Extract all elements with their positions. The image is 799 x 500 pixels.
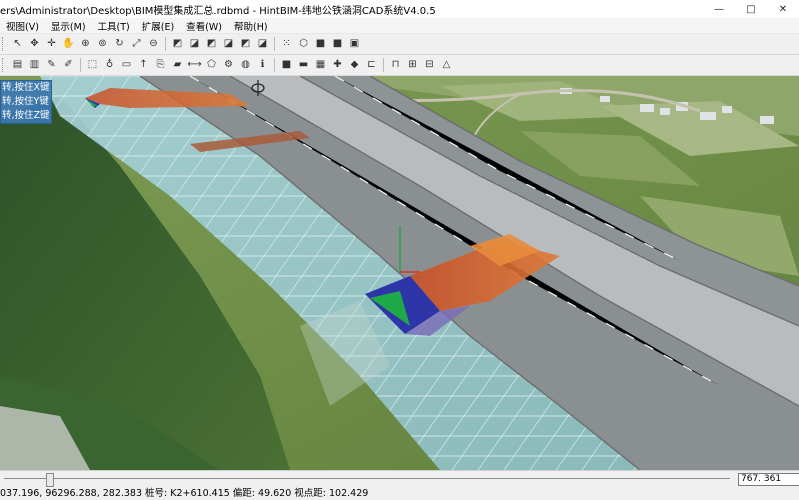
view-left-icon[interactable]: ◩ [205,37,219,51]
polygon-icon[interactable]: ⬠ [205,58,219,72]
window-title: ers\Administrator\Desktop\BIM模型集成汇总.rdbm… [0,5,436,17]
toolbar-grip[interactable] [2,37,6,51]
up-arrow-icon[interactable]: ↑ [137,58,151,72]
info-icon[interactable]: ℹ [256,58,270,72]
horizontal-slider[interactable] [4,473,730,487]
toolbar-separator [80,58,81,72]
title-bar: ers\Administrator\Desktop\BIM模型集成汇总.rdbm… [0,0,799,18]
toolbar-model: ▤ ▥ ✎ ✐ ⬚ ♁ ▭ ↑ ⎘ ▰ ⟷ ⬠ ⚙ ◍ ℹ ■ ▬ ▦ ✚ ◆ ⊏ ⊓ ⊞ ⊟ △ [0,55,799,76]
view-right-icon[interactable]: ◪ [222,37,236,51]
slider-track [4,478,730,479]
menu-tools[interactable]: 工具(T) [92,19,136,33]
point-cloud-icon[interactable]: ⁙ [280,37,294,51]
wireframe-cube-icon[interactable]: ⬡ [297,37,311,51]
maximize-button[interactable]: □ [735,0,767,18]
pencil-icon[interactable]: ✐ [62,58,76,72]
cube-outline-icon[interactable]: ⬚ [86,58,100,72]
toolbar-view: ↖ ✥ ✛ ✋ ⊕ ⊚ ↻ ⤢ ⊖ ◩ ◪ ◩ ◪ ◩ ◪ ⁙ ⬡ ■ ■ ▣ [0,34,799,55]
model-green-icon[interactable]: ■ [280,58,294,72]
zoom-out-icon[interactable]: ⊖ [147,37,161,51]
document-icon[interactable]: ▭ [120,58,134,72]
clip-icon[interactable]: ⎘ [154,58,168,72]
menu-display[interactable]: 显示(M) [45,19,92,33]
settings-icon[interactable]: ⚙ [222,58,236,72]
menu-extend[interactable]: 扩展(E) [136,19,180,33]
menu-help[interactable]: 帮助(H) [228,19,274,33]
close-button[interactable]: ✕ [767,0,799,18]
bottom-scroll-row: 767. 361 [0,470,799,487]
coordinate-box[interactable]: 767. 361 [738,473,799,486]
pan-move-icon[interactable]: ✥ [28,37,42,51]
view-front-icon[interactable]: ◩ [171,37,185,51]
status-bar: 037.196, 96296.288, 282.383 桩号: K2+610.4… [0,487,799,500]
folder-icon[interactable]: ▰ [171,58,185,72]
3d-viewport[interactable] [0,76,799,470]
rotate-y-hint: 转,按住Y键 [2,96,49,107]
flag-icon[interactable]: ▬ [297,58,311,72]
cross-section-icon[interactable]: ✚ [331,58,345,72]
edit-icon[interactable]: ✎ [45,58,59,72]
crosshair-icon[interactable]: ✛ [45,37,59,51]
hand-pan-icon[interactable]: ✋ [62,37,76,51]
shaded-cube-icon[interactable]: ■ [314,37,328,51]
bridge-icon[interactable]: ⊞ [406,58,420,72]
light-bulb-icon[interactable]: ♁ [103,58,117,72]
toolbar-separator [165,37,166,51]
menu-window[interactable]: 查看(W) [180,19,228,33]
minimize-button[interactable]: — [703,0,735,18]
warning-icon[interactable]: △ [440,58,454,72]
view-top-icon[interactable]: ◩ [239,37,253,51]
slider-thumb[interactable] [46,473,54,487]
scene-canvas[interactable] [0,76,799,470]
rotation-hint-panel: 转,按住X键 转,按住Y键 转,按住Z键 [0,80,52,124]
zoom-window-icon[interactable]: ⊚ [96,37,110,51]
marker-icon[interactable]: ◆ [348,58,362,72]
toolbar-separator [274,58,275,72]
layer-2-icon[interactable]: ▥ [28,58,42,72]
view-back-icon[interactable]: ◪ [188,37,202,51]
rotate-icon[interactable]: ↻ [113,37,127,51]
textured-cube-icon[interactable]: ■ [331,37,345,51]
globe-icon[interactable]: ◍ [239,58,253,72]
select-pointer-icon[interactable]: ↖ [11,37,25,51]
menu-view[interactable]: 视图(V) [0,19,45,33]
rotate-z-hint: 转,按住Z键 [2,110,50,121]
toolbar-grip[interactable] [2,58,6,72]
tunnel-icon[interactable]: ⊓ [389,58,403,72]
view-bottom-icon[interactable]: ◪ [256,37,270,51]
render-icon[interactable]: ▣ [348,37,362,51]
rotate-x-hint: 转,按住X键 [2,82,50,93]
frame-icon[interactable]: ⊏ [365,58,379,72]
layer-1-icon[interactable]: ▤ [11,58,25,72]
zoom-in-icon[interactable]: ⊕ [79,37,93,51]
zoom-extents-icon[interactable]: ⤢ [130,37,144,51]
toolbar-separator [383,58,384,72]
bridge-deck-icon[interactable]: ⊟ [423,58,437,72]
grid-icon[interactable]: ▦ [314,58,328,72]
toolbar-separator [274,37,275,51]
dimension-icon[interactable]: ⟷ [187,58,201,72]
menu-bar: 视图(V) 显示(M) 工具(T) 扩展(E) 查看(W) 帮助(H) [0,18,799,34]
window-controls: — □ ✕ [703,0,799,18]
